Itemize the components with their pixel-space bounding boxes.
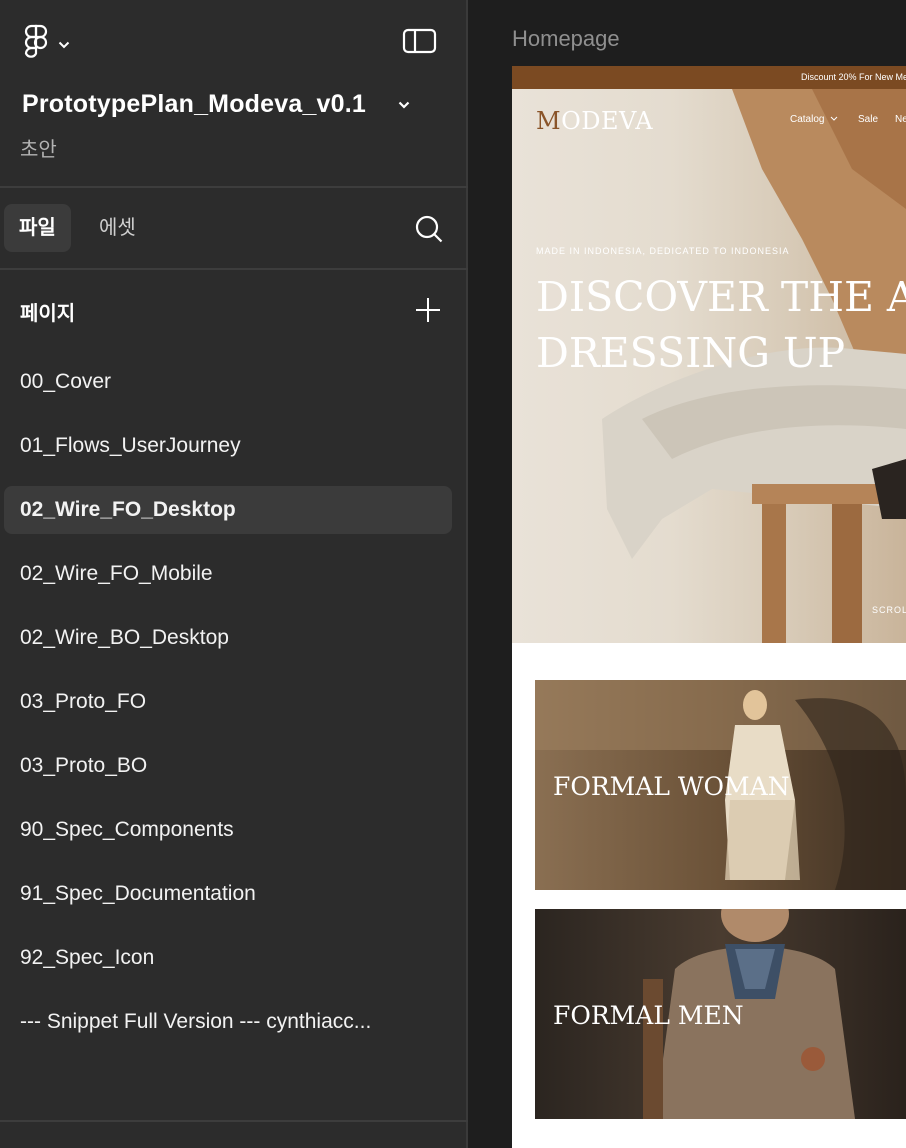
- search-icon: [414, 215, 444, 248]
- page-item[interactable]: 02_Wire_FO_Mobile: [4, 550, 452, 598]
- page-list: 00_Cover 01_Flows_UserJourney 02_Wire_FO…: [4, 358, 452, 1062]
- category-card-woman[interactable]: FORMAL WOMAN: [535, 680, 906, 890]
- page-item[interactable]: --- Snippet Full Version --- cynthiacc..…: [4, 998, 452, 1046]
- tab-assets[interactable]: 에셋: [84, 204, 151, 252]
- category-label-men: FORMAL MEN: [553, 1001, 744, 1030]
- chevron-down-icon: [58, 36, 70, 54]
- scroll-indicator: SCROL: [872, 605, 906, 615]
- plus-icon: [414, 298, 442, 328]
- divider: [0, 186, 468, 188]
- hero-headline-line2: DRESSING UP: [536, 329, 846, 377]
- category-label-woman: FORMAL WOMAN: [553, 772, 790, 801]
- hero-image: MODEVA Catalog Sale Ne MADE IN INDONESIA…: [512, 89, 906, 643]
- divider: [0, 268, 468, 270]
- brand-logo-initial: M: [536, 107, 562, 135]
- page-item[interactable]: 92_Spec_Icon: [4, 934, 452, 982]
- left-sidebar: PrototypePlan_Modeva_v0.1 초안 파일 에셋 페이지 0…: [0, 0, 468, 1148]
- page-item[interactable]: 91_Spec_Documentation: [4, 870, 452, 918]
- promo-bar: Discount 20% For New Me: [512, 66, 906, 89]
- file-title[interactable]: PrototypePlan_Modeva_v0.1: [22, 90, 366, 119]
- main-menu-button[interactable]: [22, 24, 70, 65]
- divider: [0, 1120, 468, 1122]
- page-item[interactable]: 01_Flows_UserJourney: [4, 422, 452, 470]
- frame-label[interactable]: Homepage: [512, 26, 620, 52]
- promo-text: Discount 20% For New Me: [801, 72, 906, 82]
- hero-headline-line1: DISCOVER THE AR: [536, 273, 906, 321]
- file-menu-chevron-icon[interactable]: [397, 98, 411, 112]
- nav-new[interactable]: Ne: [895, 114, 906, 125]
- sidebar-toggle-button[interactable]: [402, 27, 438, 55]
- file-status: 초안: [20, 139, 57, 161]
- brand-logo: MODEVA: [536, 107, 653, 135]
- add-page-button[interactable]: [414, 296, 442, 324]
- nav-sale[interactable]: Sale: [858, 114, 878, 125]
- sidebar-toggle-icon: [402, 28, 438, 59]
- pages-heading: 페이지: [20, 303, 76, 325]
- nav-catalog[interactable]: Catalog: [790, 114, 824, 125]
- brand-logo-rest: ODEVA: [561, 107, 654, 135]
- hero-headline: DISCOVER THE AR DRESSING UP: [536, 269, 906, 381]
- page-item[interactable]: 03_Proto_FO: [4, 678, 452, 726]
- homepage-frame[interactable]: Discount 20% For New Me MODEVA Catalog S…: [512, 66, 906, 1148]
- page-item[interactable]: 90_Spec_Components: [4, 806, 452, 854]
- search-button[interactable]: [414, 214, 444, 244]
- page-item[interactable]: 03_Proto_BO: [4, 742, 452, 790]
- tab-files[interactable]: 파일: [4, 204, 71, 252]
- hero-eyebrow: MADE IN INDONESIA, DEDICATED TO INDONESI…: [536, 246, 790, 256]
- category-card-men[interactable]: FORMAL MEN: [535, 909, 906, 1119]
- page-item[interactable]: 02_Wire_BO_Desktop: [4, 614, 452, 662]
- figma-logo-icon: [22, 24, 50, 65]
- page-item-selected[interactable]: 02_Wire_FO_Desktop: [4, 486, 452, 534]
- page-item[interactable]: 00_Cover: [4, 358, 452, 406]
